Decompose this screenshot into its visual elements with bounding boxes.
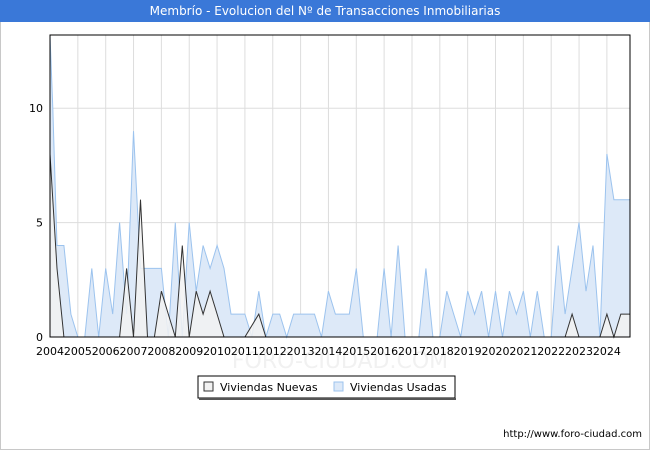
x-tick-label: 2004 xyxy=(36,345,64,358)
legend: Viviendas Nuevas Viviendas Usadas xyxy=(197,375,456,400)
x-tick-label: 2009 xyxy=(175,345,203,358)
legend-label-usadas: Viviendas Usadas xyxy=(350,381,447,394)
x-tick-label: 2019 xyxy=(454,345,482,358)
x-tick-label: 2021 xyxy=(509,345,537,358)
x-tick-label: 2023 xyxy=(565,345,593,358)
x-tick-label: 2006 xyxy=(92,345,120,358)
legend-label-nuevas: Viviendas Nuevas xyxy=(220,381,318,394)
x-tick-label: 2005 xyxy=(64,345,92,358)
x-tick-label: 2007 xyxy=(120,345,148,358)
x-tick-label: 2020 xyxy=(482,345,510,358)
y-tick-label: 5 xyxy=(36,217,43,230)
footer-url: http://www.foro-ciudad.com xyxy=(503,429,642,440)
chart-canvas: FORO-CIUDAD.COM 05102004 2005 2006 2007 2008… xyxy=(29,34,631,400)
x-tick-label: 2013 xyxy=(287,345,315,358)
y-tick-label: 10 xyxy=(29,102,43,115)
series-areas xyxy=(49,34,631,339)
x-tick-label: 2017 xyxy=(398,345,426,358)
x-tick-label: 2010 xyxy=(203,345,231,358)
x-tick-label: 2014 xyxy=(314,345,342,358)
x-tick-label: 2022 xyxy=(537,345,565,358)
x-tick-label: 2012 xyxy=(259,345,287,358)
y-tick-label: 0 xyxy=(36,331,43,344)
x-tick-label: 2015 xyxy=(342,345,370,358)
x-tick-label: 2018 xyxy=(426,345,454,358)
legend-swatch-nuevas xyxy=(203,381,214,392)
x-tick-label: 2024 xyxy=(593,345,621,358)
x-tick-label: 2011 xyxy=(231,345,259,358)
legend-swatch-usadas xyxy=(333,381,344,392)
x-tick-label: 2016 xyxy=(370,345,398,358)
x-tick-label: 2008 xyxy=(147,345,175,358)
